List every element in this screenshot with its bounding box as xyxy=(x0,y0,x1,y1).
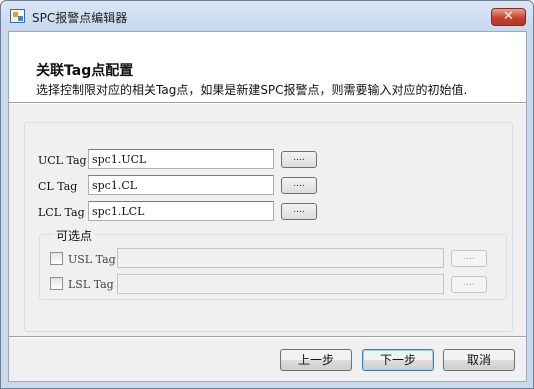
lsl-browse-button[interactable]: .... xyxy=(451,276,487,293)
back-button[interactable]: 上一步 xyxy=(280,349,352,371)
lsl-checkbox[interactable] xyxy=(50,277,63,290)
cancel-button[interactable]: 取消 xyxy=(443,349,515,371)
usl-tag-input[interactable] xyxy=(117,248,444,268)
lcl-tag-label: LCL Tag xyxy=(38,206,85,219)
ucl-tag-label: UCL Tag xyxy=(38,154,87,167)
optional-group-label: 可选点 xyxy=(53,227,96,244)
usl-browse-button[interactable]: .... xyxy=(451,250,487,267)
cl-browse-button[interactable]: .... xyxy=(281,177,317,194)
header-divider xyxy=(9,102,526,104)
footer-divider xyxy=(9,336,526,338)
next-button[interactable]: 下一步 xyxy=(362,349,434,371)
page-description: 选择控制限对应的相关Tag点，如果是新建SPC报警点，则需要输入对应的初始值. xyxy=(36,83,468,97)
page-title: 关联Tag点配置 xyxy=(36,63,134,79)
app-icon xyxy=(10,9,25,23)
close-button[interactable]: ✕ xyxy=(491,8,526,26)
dialog-client-area: 关联Tag点配置 选择控制限对应的相关Tag点，如果是新建SPC报警点，则需要输… xyxy=(8,31,527,382)
wizard-header: 关联Tag点配置 选择控制限对应的相关Tag点，如果是新建SPC报警点，则需要输… xyxy=(9,32,526,102)
cl-tag-label: CL Tag xyxy=(38,180,78,193)
lsl-tag-label: LSL Tag xyxy=(68,278,114,291)
cl-tag-input[interactable]: spc1.CL xyxy=(88,175,274,195)
window-title: SPC报警点编辑器 xyxy=(32,11,128,25)
title-bar[interactable]: SPC报警点编辑器 ✕ xyxy=(1,1,533,31)
lcl-browse-button[interactable]: .... xyxy=(281,203,317,220)
ucl-tag-input[interactable]: spc1.UCL xyxy=(88,149,274,169)
dialog-window: SPC报警点编辑器 ✕ 关联Tag点配置 选择控制限对应的相关Tag点，如果是新… xyxy=(0,0,534,389)
usl-checkbox[interactable] xyxy=(50,252,63,265)
ucl-browse-button[interactable]: .... xyxy=(281,151,317,168)
usl-tag-label: USL Tag xyxy=(68,253,116,266)
lsl-tag-input[interactable] xyxy=(117,274,444,294)
lcl-tag-input[interactable]: spc1.LCL xyxy=(88,201,274,221)
